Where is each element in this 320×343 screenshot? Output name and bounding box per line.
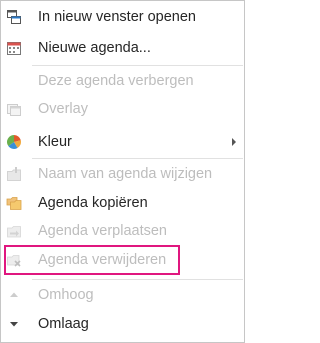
menu-item-label: Naam van agenda wijzigen xyxy=(38,166,213,182)
menu-item-label: Agenda kopiëren xyxy=(38,195,148,211)
rename-icon xyxy=(6,166,22,182)
menu-item-move-down[interactable]: Omlaag xyxy=(1,310,244,338)
menu-item-label: Agenda verplaatsen xyxy=(38,223,167,239)
menu-item-label: Omlaag xyxy=(38,316,89,332)
color-palette-icon xyxy=(6,134,22,150)
down-arrow-icon xyxy=(6,316,22,332)
overlay-icon xyxy=(6,101,22,117)
menu-item-new-calendar[interactable]: Nieuwe agenda... xyxy=(1,34,244,62)
calendar-icon xyxy=(6,40,22,56)
context-menu: In nieuw venster openen Nieuwe agenda...… xyxy=(0,0,245,343)
menu-item-move-calendar[interactable]: Agenda verplaatsen xyxy=(1,217,244,245)
menu-item-open-in-new-window[interactable]: In nieuw venster openen xyxy=(1,3,244,31)
new-window-icon xyxy=(6,9,22,25)
menu-item-rename-calendar[interactable]: Naam van agenda wijzigen xyxy=(1,160,244,188)
highlight-box xyxy=(4,245,180,275)
menu-divider xyxy=(32,158,243,159)
copy-folder-icon xyxy=(6,195,22,211)
menu-item-label: Nieuwe agenda... xyxy=(38,40,151,56)
menu-item-color[interactable]: Kleur xyxy=(1,128,244,156)
menu-item-label: Omhoog xyxy=(38,287,94,303)
menu-divider xyxy=(32,279,243,280)
menu-item-hide-calendar[interactable]: Deze agenda verbergen xyxy=(1,67,244,95)
move-folder-icon xyxy=(6,223,22,239)
menu-item-label: Deze agenda verbergen xyxy=(38,73,194,89)
menu-divider xyxy=(32,65,243,66)
menu-item-label: Kleur xyxy=(38,134,72,150)
menu-item-overlay[interactable]: Overlay xyxy=(1,95,244,123)
menu-item-label: In nieuw venster openen xyxy=(38,9,196,25)
menu-item-move-up[interactable]: Omhoog xyxy=(1,281,244,309)
up-arrow-icon xyxy=(6,287,22,303)
menu-item-label: Overlay xyxy=(38,101,88,117)
submenu-arrow-icon xyxy=(232,138,236,146)
menu-item-copy-calendar[interactable]: Agenda kopiëren xyxy=(1,189,244,217)
